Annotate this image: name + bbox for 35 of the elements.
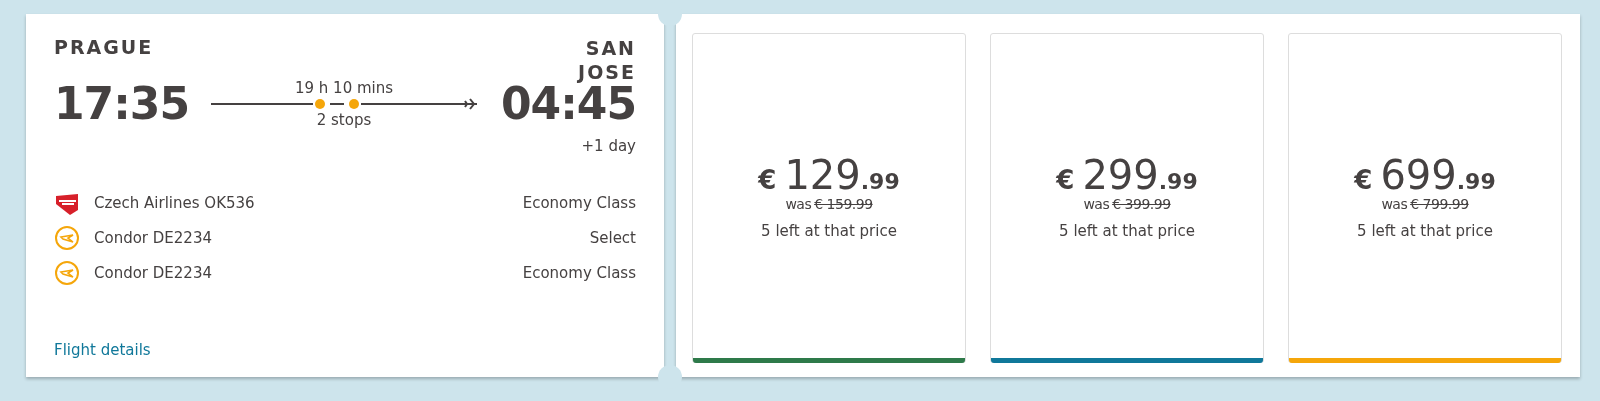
availability-note: 5 left at that price bbox=[761, 222, 897, 240]
fare-amount: 299 bbox=[1082, 152, 1159, 198]
flight-number: Condor DE2234 bbox=[94, 228, 212, 247]
day-offset: +1 day bbox=[581, 137, 636, 155]
old-price: € 799.99 bbox=[1410, 196, 1469, 212]
fare-card[interactable]: € 129.99 was € 159.99 5 left at that price bbox=[692, 33, 966, 363]
flight-number: Czech Airlines OK536 bbox=[94, 193, 255, 212]
bird-circle-icon bbox=[54, 224, 80, 251]
cabin-class: Economy Class bbox=[522, 263, 636, 282]
fare-cents: .99 bbox=[860, 169, 900, 194]
currency-symbol: € bbox=[1354, 165, 1373, 195]
was-label: was bbox=[785, 196, 812, 212]
flight-number: Condor DE2234 bbox=[94, 263, 212, 282]
stop-count: 2 stops bbox=[316, 110, 372, 129]
currency-symbol: € bbox=[758, 165, 777, 195]
fare-card[interactable]: € 699.99 was € 799.99 5 left at that price bbox=[1288, 33, 1562, 363]
was-label: was bbox=[1083, 196, 1110, 212]
fare-amount: 699 bbox=[1380, 152, 1457, 198]
cabin-class: Economy Class bbox=[522, 193, 636, 212]
fare-cents: .99 bbox=[1158, 169, 1198, 194]
origin-city: PRAGUE bbox=[54, 36, 154, 58]
departure-time: 17:35 bbox=[54, 78, 190, 129]
fare-amount: 129 bbox=[784, 152, 861, 198]
cabin-class: Select bbox=[589, 228, 636, 247]
fare-cents: .99 bbox=[1456, 169, 1496, 194]
old-price: € 399.99 bbox=[1112, 196, 1171, 212]
flight-details-link[interactable]: Flight details bbox=[54, 341, 636, 359]
was-label: was bbox=[1381, 196, 1408, 212]
old-price: € 159.99 bbox=[814, 196, 873, 212]
currency-symbol: € bbox=[1056, 165, 1075, 195]
availability-note: 5 left at that price bbox=[1357, 222, 1493, 240]
bird-circle-icon bbox=[54, 259, 80, 286]
flight-duration: 19 h 10 mins bbox=[294, 78, 394, 97]
availability-note: 5 left at that price bbox=[1059, 222, 1195, 240]
fare-card[interactable]: € 299.99 was € 399.99 5 left at that price bbox=[990, 33, 1264, 363]
